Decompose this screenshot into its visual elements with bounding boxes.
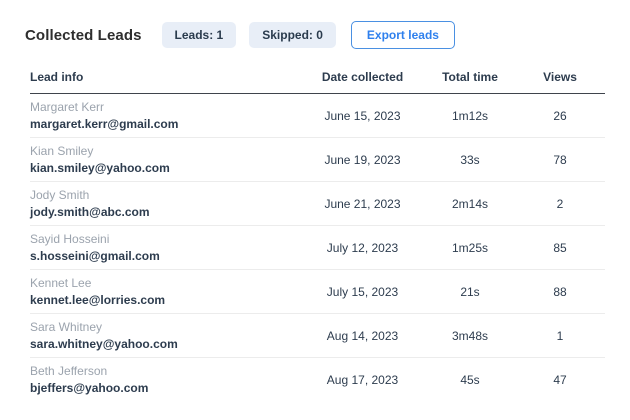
table-row: Kian Smiley kian.smiley@yahoo.com June 1…: [30, 138, 605, 182]
lead-name: Kian Smiley: [30, 143, 300, 160]
date-collected-cell: Aug 17, 2023: [300, 373, 425, 387]
views-cell: 85: [515, 241, 605, 255]
column-header-views: Views: [515, 70, 605, 84]
lead-email: bjeffers@yahoo.com: [30, 380, 300, 397]
total-time-cell: 1m25s: [425, 241, 515, 255]
views-cell: 47: [515, 373, 605, 387]
column-header-lead-info: Lead info: [30, 70, 300, 84]
column-header-date-collected: Date collected: [300, 70, 425, 84]
total-time-cell: 3m48s: [425, 329, 515, 343]
lead-name: Beth Jefferson: [30, 363, 300, 380]
table-body: Margaret Kerr margaret.kerr@gmail.com Ju…: [30, 94, 605, 402]
collected-leads-page: Collected Leads Leads: 1 Skipped: 0 Expo…: [0, 0, 630, 420]
leads-table: Lead info Date collected Total time View…: [30, 70, 605, 402]
lead-email: jody.smith@abc.com: [30, 204, 300, 221]
lead-email: s.hosseini@gmail.com: [30, 248, 300, 265]
lead-name: Kennet Lee: [30, 275, 300, 292]
date-collected-cell: July 15, 2023: [300, 285, 425, 299]
views-cell: 2: [515, 197, 605, 211]
lead-email: kennet.lee@lorries.com: [30, 292, 300, 309]
table-row: Kennet Lee kennet.lee@lorries.com July 1…: [30, 270, 605, 314]
total-time-cell: 45s: [425, 373, 515, 387]
views-cell: 26: [515, 109, 605, 123]
lead-info-cell: Sara Whitney sara.whitney@yahoo.com: [30, 319, 300, 353]
column-header-total-time: Total time: [425, 70, 515, 84]
views-cell: 88: [515, 285, 605, 299]
total-time-cell: 21s: [425, 285, 515, 299]
table-row: Jody Smith jody.smith@abc.com June 21, 2…: [30, 182, 605, 226]
header-bar: Collected Leads Leads: 1 Skipped: 0 Expo…: [0, 22, 630, 48]
date-collected-cell: July 12, 2023: [300, 241, 425, 255]
views-cell: 1: [515, 329, 605, 343]
lead-name: Margaret Kerr: [30, 99, 300, 116]
lead-email: margaret.kerr@gmail.com: [30, 116, 300, 133]
date-collected-cell: June 15, 2023: [300, 109, 425, 123]
table-header-row: Lead info Date collected Total time View…: [30, 70, 605, 94]
table-row: Margaret Kerr margaret.kerr@gmail.com Ju…: [30, 94, 605, 138]
export-leads-button[interactable]: Export leads: [351, 21, 455, 49]
lead-info-cell: Kian Smiley kian.smiley@yahoo.com: [30, 143, 300, 177]
lead-name: Jody Smith: [30, 187, 300, 204]
total-time-cell: 33s: [425, 153, 515, 167]
date-collected-cell: June 21, 2023: [300, 197, 425, 211]
table-row: Sara Whitney sara.whitney@yahoo.com Aug …: [30, 314, 605, 358]
lead-info-cell: Margaret Kerr margaret.kerr@gmail.com: [30, 99, 300, 133]
lead-info-cell: Sayid Hosseini s.hosseini@gmail.com: [30, 231, 300, 265]
skipped-count-badge: Skipped: 0: [249, 22, 336, 48]
total-time-cell: 2m14s: [425, 197, 515, 211]
lead-email: sara.whitney@yahoo.com: [30, 336, 300, 353]
lead-info-cell: Kennet Lee kennet.lee@lorries.com: [30, 275, 300, 309]
views-cell: 78: [515, 153, 605, 167]
leads-count-badge: Leads: 1: [162, 22, 237, 48]
date-collected-cell: Aug 14, 2023: [300, 329, 425, 343]
page-title: Collected Leads: [25, 27, 142, 44]
lead-info-cell: Jody Smith jody.smith@abc.com: [30, 187, 300, 221]
lead-email: kian.smiley@yahoo.com: [30, 160, 300, 177]
total-time-cell: 1m12s: [425, 109, 515, 123]
date-collected-cell: June 19, 2023: [300, 153, 425, 167]
table-row: Beth Jefferson bjeffers@yahoo.com Aug 17…: [30, 358, 605, 402]
table-row: Sayid Hosseini s.hosseini@gmail.com July…: [30, 226, 605, 270]
lead-name: Sara Whitney: [30, 319, 300, 336]
lead-name: Sayid Hosseini: [30, 231, 300, 248]
lead-info-cell: Beth Jefferson bjeffers@yahoo.com: [30, 363, 300, 397]
